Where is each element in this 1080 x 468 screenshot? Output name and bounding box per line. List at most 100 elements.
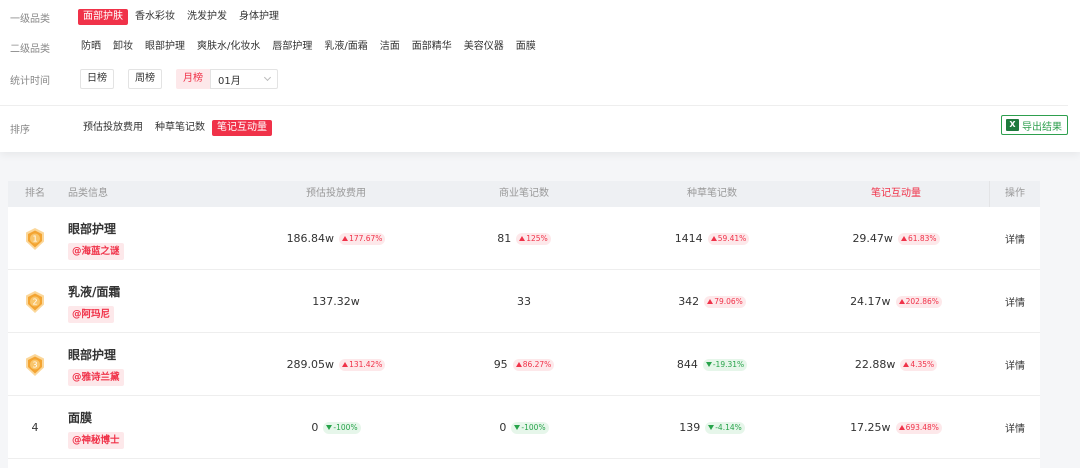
change-value: 86.27% [522, 359, 552, 369]
header-seeding-notes[interactable]: 种草笔记数 [632, 181, 792, 207]
sort-option-seeding-notes[interactable]: 种草笔记数 [150, 120, 210, 136]
metric-value: 33 [517, 295, 531, 308]
interaction-cell: 22.88w 4.35% [816, 333, 976, 396]
header-spend[interactable]: 预估投放费用 [256, 181, 416, 207]
metric-value: 0 [499, 421, 507, 434]
brand-tag[interactable]: @神秘博士 [68, 432, 124, 449]
sort-option-interaction[interactable]: 笔记互动量 [212, 120, 272, 136]
day-rank-button[interactable]: 日榜 [80, 69, 114, 89]
change-value: 202.86% [905, 296, 939, 306]
level1-option-face-care[interactable]: 面部护肤 [78, 9, 128, 25]
detail-link[interactable]: 详情 [1005, 231, 1025, 246]
action-cell: 详情 [990, 396, 1040, 459]
level2-option-cleanser[interactable]: 洁面 [375, 39, 405, 55]
level1-option-hair-care[interactable]: 洗发护发 [182, 9, 232, 25]
seeding-notes-cell: 844 -19.31% [632, 333, 792, 396]
table-row: 3 眼部护理 @雅诗兰黛 289.05w 131.42% 95 86.27% 844 -19.3… [8, 333, 1040, 396]
rank-cell: 1 [8, 207, 62, 270]
change-value: 61.83% [907, 233, 937, 243]
time-label: 统计时间 [10, 75, 50, 87]
rank-cell: 2 [8, 270, 62, 333]
change-value: 177.67% [349, 233, 383, 243]
table-row: 4 面膜 @神秘博士 0 -100% 0 -100% 139 -4.14% 17.25w 693.4… [8, 396, 1040, 459]
level2-option-serum[interactable]: 面部精华 [407, 39, 457, 55]
excel-icon: X [1006, 119, 1019, 131]
change-badge: 86.27% [512, 358, 555, 371]
level2-option-makeup-remover[interactable]: 卸妆 [108, 39, 138, 55]
arrow-down-icon [705, 362, 712, 367]
arrow-up-icon [515, 362, 522, 367]
seeding-notes-cell: 139 -4.14% [632, 396, 792, 459]
medal-icon: 3 [26, 353, 44, 376]
category-name: 乳液/面霜 [68, 285, 121, 299]
rank-cell: 4 [8, 396, 62, 459]
metric-value: 844 [676, 358, 698, 371]
brand-tag[interactable]: @阿玛尼 [68, 306, 115, 323]
level2-option-beauty-device[interactable]: 美容仪器 [459, 39, 509, 55]
month-select[interactable]: 01月 [210, 69, 278, 89]
detail-link[interactable]: 详情 [1005, 420, 1025, 435]
level1-label: 一级品类 [10, 13, 50, 25]
detail-link[interactable]: 详情 [1005, 357, 1025, 372]
action-cell: 详情 [990, 207, 1040, 270]
change-badge: 125% [516, 232, 551, 245]
ranking-table: 排名 品类信息 预估投放费用 商业笔记数 种草笔记数 笔记互动量 操作 1 眼部护… [8, 181, 1040, 468]
spend-cell: 289.05w 131.42% [256, 333, 416, 396]
header-rank: 排名 [25, 188, 45, 199]
rank-number: 4 [31, 421, 39, 434]
table-header: 排名 品类信息 预估投放费用 商业笔记数 种草笔记数 笔记互动量 操作 [8, 181, 1040, 207]
detail-link[interactable]: 详情 [1005, 294, 1025, 309]
brand-tag[interactable]: @海蓝之谜 [68, 243, 124, 260]
level2-option-lip-care[interactable]: 唇部护理 [267, 39, 317, 55]
sort-label: 排序 [10, 124, 30, 136]
rank-cell: 3 [8, 333, 62, 396]
metric-value: 342 [678, 295, 700, 308]
metric-value: 95 [493, 358, 508, 371]
spend-cell: 137.32w [256, 270, 416, 333]
change-badge: -100% [323, 421, 361, 434]
sort-option-spend[interactable]: 预估投放费用 [78, 120, 148, 136]
metric-value: 0 [311, 421, 319, 434]
export-button[interactable]: X 导出结果 [1001, 115, 1068, 135]
category-name: 眼部护理 [68, 222, 117, 236]
change-value: -19.31% [712, 359, 745, 369]
change-badge: -4.14% [705, 421, 745, 434]
spend-cell: 186.84w 177.67% [256, 207, 416, 270]
metric-value: 29.47w [852, 232, 893, 245]
level2-option-eye-care[interactable]: 眼部护理 [140, 39, 190, 55]
metric-value: 1414 [674, 232, 703, 245]
arrow-down-icon [514, 425, 521, 430]
change-value: 693.48% [905, 422, 939, 432]
change-badge: 61.83% [897, 232, 940, 245]
metric-value: 22.88w [854, 358, 896, 371]
level1-option-body-care[interactable]: 身体护理 [234, 9, 284, 25]
table-row: 2 乳液/面霜 @阿玛尼 137.32w 33 342 79.06% 24.17w 202.86… [8, 270, 1040, 333]
level2-option-sunscreen[interactable]: 防晒 [76, 39, 106, 55]
month-rank-button[interactable]: 月榜 [176, 69, 210, 89]
level1-option-perfume-makeup[interactable]: 香水彩妆 [130, 9, 180, 25]
level2-label: 二级品类 [10, 43, 50, 55]
level2-option-toner[interactable]: 爽肤水/化妆水 [192, 39, 265, 55]
seeding-notes-cell: 342 79.06% [632, 270, 792, 333]
change-badge: 4.35% [900, 358, 938, 371]
commercial-notes-cell: 81 125% [444, 207, 604, 270]
brand-tag[interactable]: @雅诗兰黛 [68, 369, 124, 386]
change-badge: 59.41% [707, 232, 750, 245]
medal-rank-number: 1 [32, 234, 37, 243]
level2-option-mask[interactable]: 面膜 [511, 39, 541, 55]
level2-option-lotion-cream[interactable]: 乳液/面霜 [319, 39, 372, 55]
metric-value: 186.84w [286, 232, 335, 245]
week-rank-button[interactable]: 周榜 [128, 69, 162, 89]
change-badge: 79.06% [704, 295, 746, 308]
change-value: 4.35% [910, 359, 935, 369]
metric-value: 81 [497, 232, 512, 245]
category-name: 眼部护理 [68, 348, 117, 362]
arrow-down-icon [326, 425, 333, 430]
change-value: -100% [521, 422, 546, 432]
metric-value: 17.25w [850, 421, 891, 434]
arrow-up-icon [900, 236, 907, 241]
header-commercial-notes: 商业笔记数 [499, 188, 549, 199]
arrow-up-icon [710, 236, 717, 241]
arrow-up-icon [342, 236, 349, 241]
header-interaction[interactable]: 笔记互动量 [816, 181, 976, 207]
